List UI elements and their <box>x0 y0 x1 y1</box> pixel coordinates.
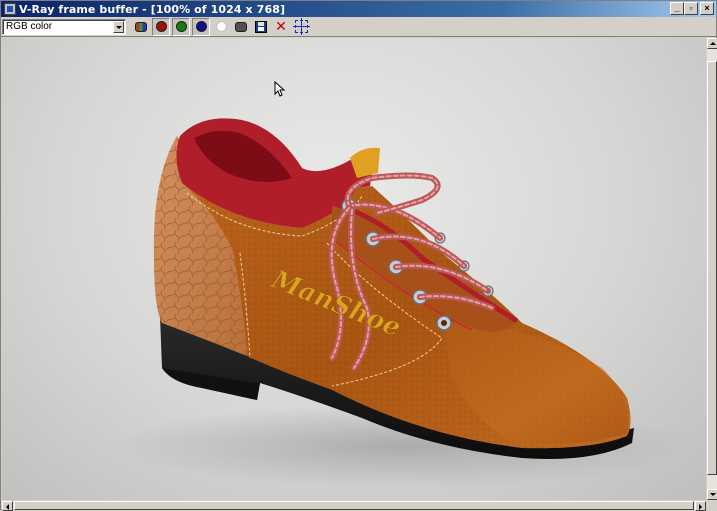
clear-image-button[interactable]: ✕ <box>272 18 290 36</box>
window-controls: _ ▫ × <box>670 2 714 15</box>
red-circle-icon <box>155 21 167 32</box>
mouse-cursor-icon <box>274 81 286 97</box>
channel-select-value: RGB color <box>6 20 53 32</box>
rgb-channels-icon <box>135 21 147 32</box>
region-crosshair-icon <box>292 18 310 35</box>
render-viewport[interactable]: ManShoe <box>2 38 706 500</box>
alpha-channel-button[interactable] <box>212 18 230 36</box>
blue-channel-button[interactable] <box>192 17 210 36</box>
rendered-shoe-image: ManShoe <box>112 118 692 488</box>
toolbar: RGB color ✕ <box>1 17 716 37</box>
title-bar[interactable]: V-Ray frame buffer - [100% of 1024 x 768… <box>1 1 716 17</box>
show-rgb-channels-button[interactable] <box>132 18 150 36</box>
vray-frame-buffer-window: V-Ray frame buffer - [100% of 1024 x 768… <box>0 0 717 511</box>
monochrome-button[interactable] <box>232 18 250 36</box>
blue-circle-icon <box>195 21 207 32</box>
mono-icon <box>235 21 247 32</box>
app-icon[interactable] <box>4 3 16 15</box>
scrollbar-corner <box>706 500 717 510</box>
window-title: V-Ray frame buffer - [100% of 1024 x 768… <box>19 2 286 16</box>
horizontal-scrollbar[interactable] <box>2 500 706 511</box>
close-button[interactable]: × <box>700 2 714 15</box>
vertical-scroll-thumb[interactable] <box>707 61 717 475</box>
restore-button[interactable]: ▫ <box>684 2 698 15</box>
red-channel-button[interactable] <box>152 17 170 36</box>
region-render-button[interactable] <box>292 18 310 36</box>
scroll-up-button[interactable] <box>707 38 717 49</box>
horizontal-scroll-thumb[interactable] <box>14 501 694 510</box>
vertical-scrollbar[interactable] <box>706 38 717 500</box>
white-circle-icon <box>215 21 227 32</box>
floppy-disk-icon <box>255 20 267 33</box>
scroll-down-button[interactable] <box>707 489 717 500</box>
save-image-button[interactable] <box>252 18 270 36</box>
red-x-icon: ✕ <box>275 18 287 35</box>
green-channel-button[interactable] <box>172 17 190 36</box>
green-circle-icon <box>175 21 187 32</box>
chevron-down-icon[interactable] <box>113 20 124 33</box>
channel-select[interactable]: RGB color <box>2 18 126 35</box>
minimize-button[interactable]: _ <box>670 2 684 15</box>
